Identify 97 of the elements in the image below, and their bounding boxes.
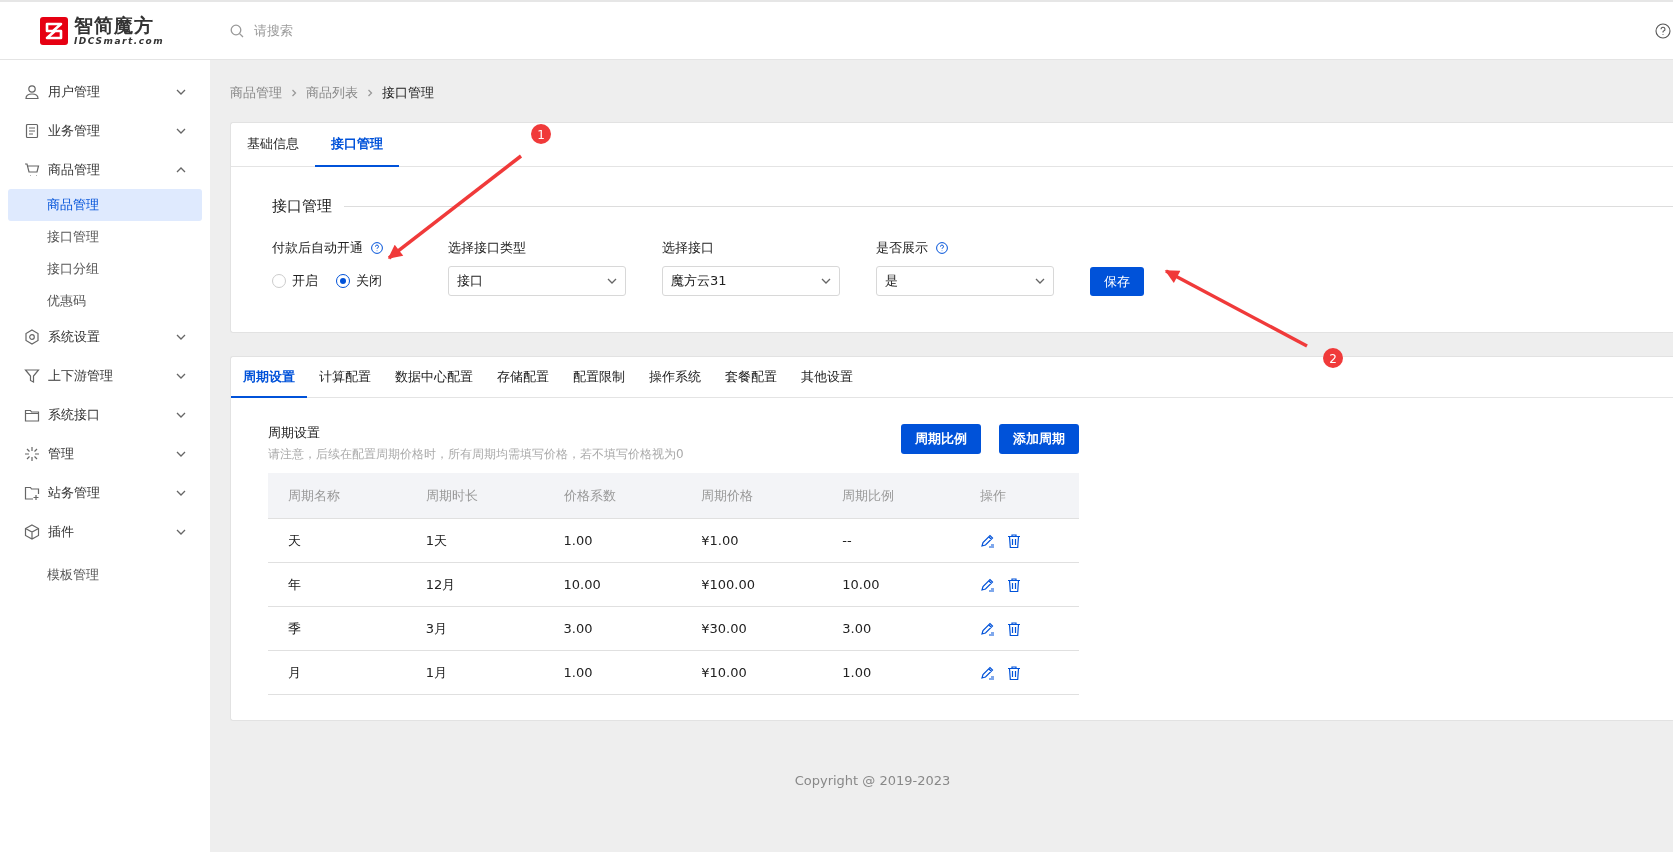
copyright-text: Copyright @ 2019-2023 [793,772,952,788]
field-label: 付款后自动开通 [272,239,363,257]
chevron-icon [607,276,617,286]
tab[interactable]: 配置限制 [561,357,637,398]
table-cell: 年 [268,562,406,607]
logo-icon [40,16,68,45]
sidebar-subitem[interactable]: 优惠码 [8,285,202,317]
tab[interactable]: 套餐配置 [713,357,789,398]
hint-text: 请注意，后续在配置周期价格时，所有周期均需填写价格，若不填写价格视为0 [268,446,685,463]
sidebar-item[interactable]: 站务管理 [0,473,210,512]
table-cell: 1.00 [822,650,961,695]
edit-icon[interactable] [980,576,997,593]
sidebar-item[interactable]: 上下游管理 [0,356,210,395]
menu-icon [24,161,40,178]
menu-icon [24,523,40,540]
delete-icon[interactable] [1006,620,1023,637]
table-cell: 月 [268,650,406,695]
sidebar-item[interactable]: 管理 [0,434,210,473]
select-field[interactable]: 接口 [448,266,626,296]
menu-icon [24,83,40,100]
table-cell: 3月 [405,606,544,651]
delete-icon[interactable] [1006,576,1023,593]
sidebar-item[interactable]: 商品管理 [0,150,210,189]
edit-icon[interactable] [980,532,997,549]
edit-icon[interactable] [980,664,997,681]
table-cell: ¥30.00 [681,606,823,651]
annotation-badge: 2 [1323,348,1343,368]
menu-icon [24,484,40,501]
field-label: 选择接口类型 [448,239,526,257]
table-cell: 10.00 [822,562,961,607]
select-field[interactable]: 魔方云31 [662,266,840,296]
table-cell: 3.00 [822,606,961,651]
menu-icon [24,328,40,345]
table-cell: 3.00 [543,606,682,651]
sidebar-item[interactable]: 系统接口 [0,395,210,434]
sidebar-subitem[interactable]: 接口分组 [8,253,202,285]
tab[interactable]: 数据中心配置 [383,357,485,398]
edit-icon[interactable] [980,620,997,637]
sidebar-item[interactable]: 用户管理 [0,72,210,111]
field-label: 是否展示 [876,239,928,257]
table-cell: -- [822,518,961,563]
sidebar-subitem[interactable]: 接口管理 [8,221,202,253]
delete-icon[interactable] [1006,664,1023,681]
column-header: 周期比例 [822,473,961,519]
section-title: 周期设置 [268,424,321,442]
tab[interactable]: 基础信息 [231,123,315,167]
chevron-icon [821,276,831,286]
sidebar-subitem[interactable]: 商品管理 [8,189,202,221]
help-icon[interactable] [1655,22,1671,39]
logo-domain: IDCSmart.com [74,36,165,46]
select-field[interactable]: 是 [876,266,1054,296]
section-title: 接口管理 [272,197,332,216]
column-header: 操作 [960,473,1079,519]
table-cell: 季 [268,606,406,651]
table-cell: 1月 [405,650,544,695]
table-cell: ¥100.00 [681,562,823,607]
column-header: 周期时长 [405,473,544,519]
table-cell: 12月 [405,562,544,607]
sidebar-item[interactable]: 系统设置 [0,317,210,356]
table-cell: 10.00 [543,562,682,607]
chevron-right-icon [366,89,374,97]
action-button[interactable]: 周期比例 [901,424,981,454]
table-cell: 1天 [405,518,544,563]
field-label: 选择接口 [662,239,714,257]
tab[interactable]: 接口管理 [315,123,399,167]
chevron-right-icon [290,89,298,97]
tab[interactable]: 其他设置 [789,357,865,398]
table-cell: 天 [268,518,406,563]
help-icon[interactable] [936,242,948,254]
tab[interactable]: 存储配置 [485,357,561,398]
delete-icon[interactable] [1006,532,1023,549]
tab[interactable]: 周期设置 [231,357,307,398]
logo-name: 智简魔方 [74,15,155,35]
table-cell: 1.00 [543,650,682,695]
table-cell: ¥10.00 [681,650,823,695]
save-button[interactable]: 保存 [1090,267,1144,296]
action-button[interactable]: 添加周期 [999,424,1079,454]
table-cell: 1.00 [543,518,682,563]
tab[interactable]: 计算配置 [307,357,383,398]
sidebar-item[interactable]: 模板管理 [0,555,210,594]
annotation-badge: 1 [531,124,551,144]
radio-option[interactable]: 关闭 [336,272,382,290]
search-icon [230,23,244,38]
column-header: 价格系数 [543,473,682,519]
help-icon[interactable] [371,242,383,254]
column-header: 周期名称 [268,473,406,519]
menu-icon [24,367,40,384]
sidebar-item[interactable]: 业务管理 [0,111,210,150]
radio-option[interactable]: 开启 [272,272,318,290]
chevron-icon [1035,276,1045,286]
column-header: 周期价格 [681,473,823,519]
menu-icon [24,122,40,139]
menu-icon [24,445,40,462]
table-cell: ¥1.00 [681,518,823,563]
sidebar-item[interactable]: 插件 [0,512,210,551]
breadcrumb-item: 接口管理 [382,84,434,102]
tab[interactable]: 操作系统 [637,357,713,398]
